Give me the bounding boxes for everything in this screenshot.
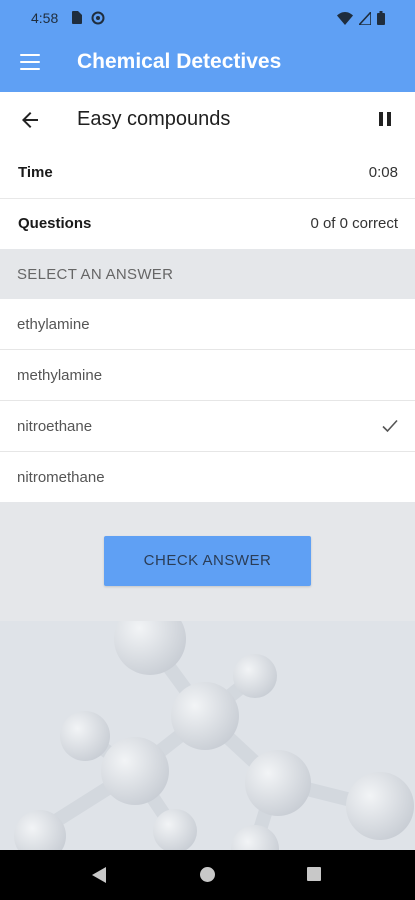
molecule-background (0, 621, 415, 850)
time-row: Time 0:08 (0, 148, 415, 199)
status-bar: 4:58 (0, 0, 415, 36)
at-sign-icon (91, 11, 105, 25)
questions-label: Questions (18, 215, 92, 232)
answer-option[interactable]: methylamine (0, 350, 415, 401)
answer-option-selected[interactable]: nitroethane (0, 401, 415, 452)
nav-recents-icon[interactable] (307, 867, 321, 881)
answer-option[interactable]: ethylamine (0, 299, 415, 350)
button-area: CHECK ANSWER (0, 502, 415, 621)
answer-option-label: nitroethane (17, 418, 93, 435)
checkmark-icon (382, 419, 398, 433)
sub-header: Easy compounds (0, 92, 415, 149)
system-nav-bar (0, 850, 415, 900)
sim-card-icon (72, 11, 82, 24)
select-answer-label: SELECT AN ANSWER (17, 266, 174, 283)
questions-row: Questions 0 of 0 correct (0, 199, 415, 250)
status-time: 4:58 (31, 10, 59, 26)
wifi-icon (337, 11, 353, 25)
nav-back-icon[interactable] (92, 867, 106, 883)
select-answer-header: SELECT AN ANSWER (0, 249, 415, 299)
pause-icon[interactable] (379, 112, 393, 128)
answer-option-label: nitromethane (17, 469, 105, 486)
answer-option-label: methylamine (17, 367, 103, 384)
time-value: 0:08 (368, 164, 398, 181)
quiz-title: Easy compounds (77, 108, 231, 130)
check-answer-button[interactable]: CHECK ANSWER (104, 536, 311, 586)
nav-home-icon[interactable] (200, 867, 215, 882)
menu-icon[interactable] (20, 54, 40, 70)
back-arrow-icon[interactable] (18, 108, 42, 132)
questions-value: 0 of 0 correct (310, 215, 398, 232)
molecule-illustration (14, 621, 414, 850)
answer-option-label: ethylamine (17, 316, 90, 333)
answer-option[interactable]: nitromethane (0, 452, 415, 503)
signal-icon (359, 11, 371, 25)
app-bar: Chemical Detectives (0, 36, 415, 92)
battery-icon (377, 11, 385, 25)
app-title: Chemical Detectives (77, 50, 282, 73)
time-label: Time (18, 164, 53, 181)
